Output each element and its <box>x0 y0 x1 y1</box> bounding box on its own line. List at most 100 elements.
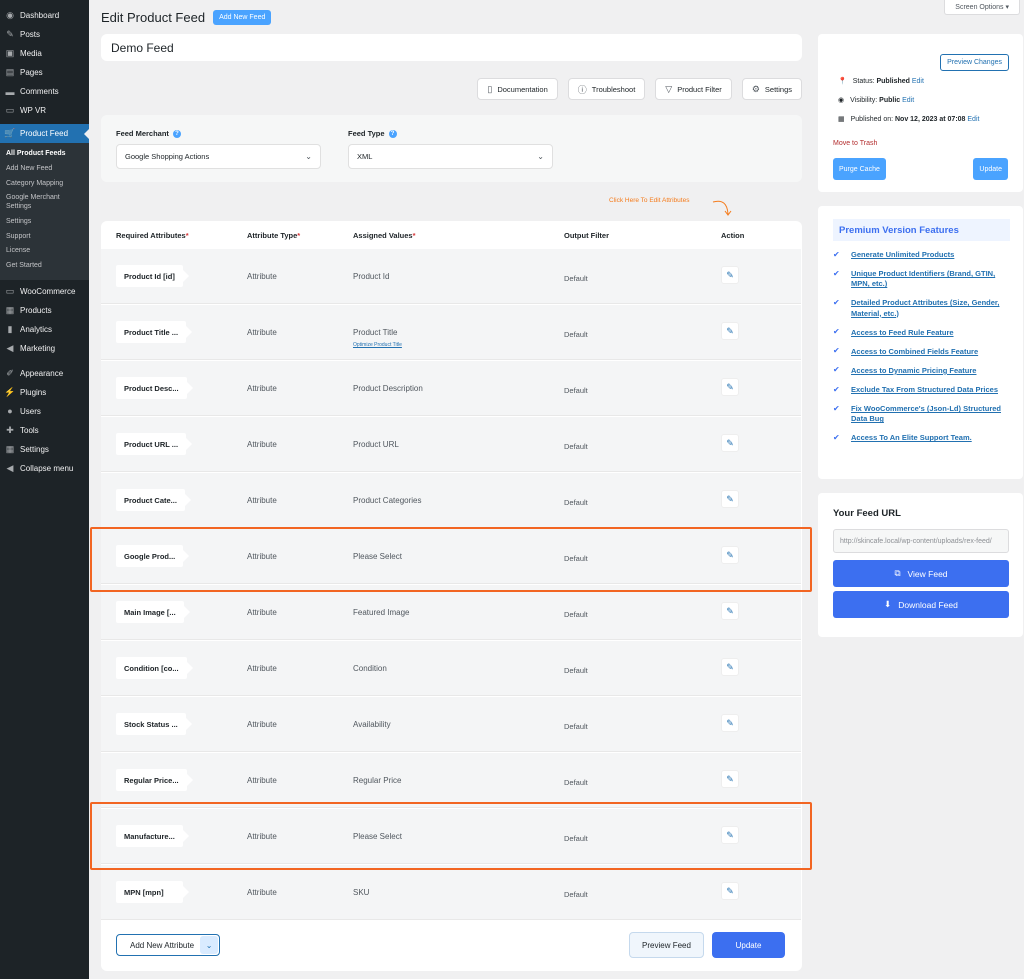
settings-icon: ▦ <box>5 443 15 454</box>
add-new-feed-button[interactable]: Add New Feed <box>213 10 272 25</box>
download-feed-button[interactable]: ⬇ Download Feed <box>833 591 1009 618</box>
highlight-box-google-product <box>90 527 812 592</box>
edit-pencil-icon[interactable]: ✎ <box>721 658 739 676</box>
sidebar-item-analytics[interactable]: ▮ Analytics <box>0 320 89 339</box>
feed-url-input[interactable]: http://skincafe.local/wp-content/uploads… <box>833 529 1009 553</box>
user-icon: ● <box>7 406 13 417</box>
sidebar-item-marketing[interactable]: ◀ Marketing <box>0 339 89 358</box>
add-new-attribute-button[interactable]: Add New Attribute ⌄ <box>116 934 221 956</box>
sidebar-item-tools[interactable]: ✚ Tools <box>0 421 89 440</box>
status-value: Published <box>876 77 910 85</box>
chevron-down-icon[interactable]: ⌄ <box>200 936 219 954</box>
premium-feature-list: ✔ Generate Unlimited Products ✔ Unique Prod… <box>833 250 1013 453</box>
published-label: Published on: <box>850 115 894 123</box>
external-link-icon: ⧉ <box>894 568 901 578</box>
submenu-item-support[interactable]: Support <box>0 230 89 245</box>
edit-pencil-icon[interactable]: ✎ <box>721 490 739 508</box>
preview-feed-button[interactable]: Preview Feed <box>629 932 704 958</box>
sidebar-item-collapse-menu[interactable]: ◀ Collapse menu <box>0 459 89 478</box>
premium-feature-link[interactable]: Unique Product Identifiers (Brand, GTIN,… <box>851 269 1013 289</box>
premium-feature-link[interactable]: Access to Dynamic Pricing Feature <box>851 366 976 376</box>
edit-visibility-link[interactable]: Edit <box>902 97 914 104</box>
premium-feature-link[interactable]: Access to Combined Fields Feature <box>851 347 978 357</box>
screen-options-label: Screen Options <box>955 4 1004 11</box>
pages-icon: ▤ <box>5 67 15 77</box>
pin-icon: 📍 <box>838 78 847 85</box>
settings-label: Settings <box>764 84 792 94</box>
submenu-item-google-merchant-settings[interactable]: Google Merchant Settings <box>0 191 89 215</box>
edit-pencil-icon[interactable]: ✎ <box>721 602 739 620</box>
edit-pencil-icon[interactable]: ✎ <box>721 266 739 284</box>
premium-feature-link[interactable]: Exclude Tax From Structured Data Prices <box>851 385 998 395</box>
product-filter-button[interactable]: ▽ Product Filter <box>655 78 732 100</box>
sidebar-item-dashboard[interactable]: ◉ Dashboard <box>0 6 89 25</box>
media-icon: ▣ <box>5 48 15 58</box>
edit-status-link[interactable]: Edit <box>912 78 924 85</box>
premium-feature-link[interactable]: Generate Unlimited Products <box>851 250 954 260</box>
submenu-item-get-started[interactable]: Get Started <box>0 259 89 274</box>
premium-feature-item: ✔ Generate Unlimited Products <box>833 250 1013 260</box>
feed-type-select[interactable]: XML ⌄ <box>348 144 553 169</box>
submenu-item-category-mapping[interactable]: Category Mapping <box>0 177 89 192</box>
edit-pencil-icon[interactable]: ✎ <box>721 714 739 732</box>
sidebar-item-label: Products <box>20 305 52 315</box>
sidebar-item-wp-vr[interactable]: ▭ WP VR <box>0 101 89 120</box>
sidebar-item-appearance[interactable]: ✐ Appearance <box>0 364 89 383</box>
help-icon[interactable]: ? <box>172 129 181 138</box>
submenu-item-all-product-feeds[interactable]: All Product Feeds <box>0 147 89 162</box>
feed-title-input[interactable]: Demo Feed <box>101 34 802 61</box>
sidebar-item-label: Analytics <box>20 324 53 334</box>
update-button[interactable]: Update <box>712 932 785 958</box>
filter-icon: ▽ <box>665 83 673 94</box>
screen-options-button[interactable]: Screen Options ▾ <box>944 0 1020 15</box>
submenu-item-add-new-feed[interactable]: Add New Feed <box>0 162 89 177</box>
output-filter: Default <box>564 722 588 731</box>
feed-type-value: XML <box>357 152 373 161</box>
edit-pencil-icon[interactable]: ✎ <box>721 770 739 788</box>
sidebar-item-pages[interactable]: ▤ Pages <box>0 63 89 82</box>
edit-published-link[interactable]: Edit <box>967 116 979 123</box>
sidebar-item-product-feed[interactable]: 🛒 Product Feed <box>0 124 89 143</box>
sidebar-item-media[interactable]: ▣ Media <box>0 44 89 63</box>
edit-pencil-icon[interactable]: ✎ <box>721 882 739 900</box>
settings-button[interactable]: ⚙ Settings <box>741 78 802 100</box>
optimize-title-link[interactable]: Optimize Product Title <box>353 342 402 348</box>
check-icon: ✔ <box>833 268 840 278</box>
sidebar-item-comments[interactable]: ▬ Comments <box>0 82 89 101</box>
sidebar-item-users[interactable]: ● Users <box>0 402 89 421</box>
edit-pencil-icon[interactable]: ✎ <box>721 322 739 340</box>
publish-update-button[interactable]: Update <box>973 158 1008 180</box>
table-row: MPN [mpn] Attribute SKU Default ✎ <box>101 865 801 920</box>
sidebar-item-woocommerce[interactable]: ▭ WooCommerce <box>0 282 89 301</box>
submenu-item-license[interactable]: License <box>0 244 89 259</box>
sidebar-item-plugins[interactable]: ⚡ Plugins <box>0 383 89 402</box>
sidebar-item-settings[interactable]: ▦ Settings <box>0 440 89 459</box>
sidebar-item-products[interactable]: ▦ Products <box>0 301 89 320</box>
dashboard-icon: ◉ <box>6 10 14 20</box>
output-filter: Default <box>564 666 588 675</box>
premium-feature-link[interactable]: Detailed Product Attributes (Size, Gende… <box>851 298 1013 318</box>
table-row: Product Title ... Attribute Product Title O… <box>101 305 801 360</box>
purge-cache-button[interactable]: Purge Cache <box>833 158 886 180</box>
output-filter: Default <box>564 890 588 899</box>
edit-pencil-icon[interactable]: ✎ <box>721 378 739 396</box>
premium-feature-link[interactable]: Fix WooCommerce's (Json-Ld) Structured D… <box>851 404 1013 424</box>
collapse-icon: ◀ <box>6 462 14 473</box>
premium-feature-link[interactable]: Access to Feed Rule Feature <box>851 328 954 338</box>
documentation-button[interactable]: ▯ Documentation <box>477 78 558 100</box>
chevron-down-icon: ⌄ <box>305 152 312 161</box>
preview-changes-button[interactable]: Preview Changes <box>940 54 1009 71</box>
premium-feature-link[interactable]: Access To An Elite Support Team. <box>851 433 972 443</box>
table-row: Product Desc... Attribute Product Descript… <box>101 361 801 416</box>
help-icon[interactable]: ? <box>388 129 397 138</box>
troubleshoot-button[interactable]: ⓘ Troubleshoot <box>567 78 646 100</box>
edit-pencil-icon[interactable]: ✎ <box>721 434 739 452</box>
sidebar-item-posts[interactable]: ✎ Posts <box>0 25 89 44</box>
wrench-icon: ✚ <box>6 424 14 435</box>
premium-feature-item: ✔ Fix WooCommerce's (Json-Ld) Structured … <box>833 404 1013 424</box>
feed-type-text: Feed Type <box>348 129 385 138</box>
view-feed-button[interactable]: ⧉ View Feed <box>833 560 1009 587</box>
feed-merchant-select[interactable]: Google Shopping Actions ⌄ <box>116 144 321 169</box>
submenu-item-settings[interactable]: Settings <box>0 215 89 230</box>
move-to-trash-link[interactable]: Move to Trash <box>833 140 877 147</box>
